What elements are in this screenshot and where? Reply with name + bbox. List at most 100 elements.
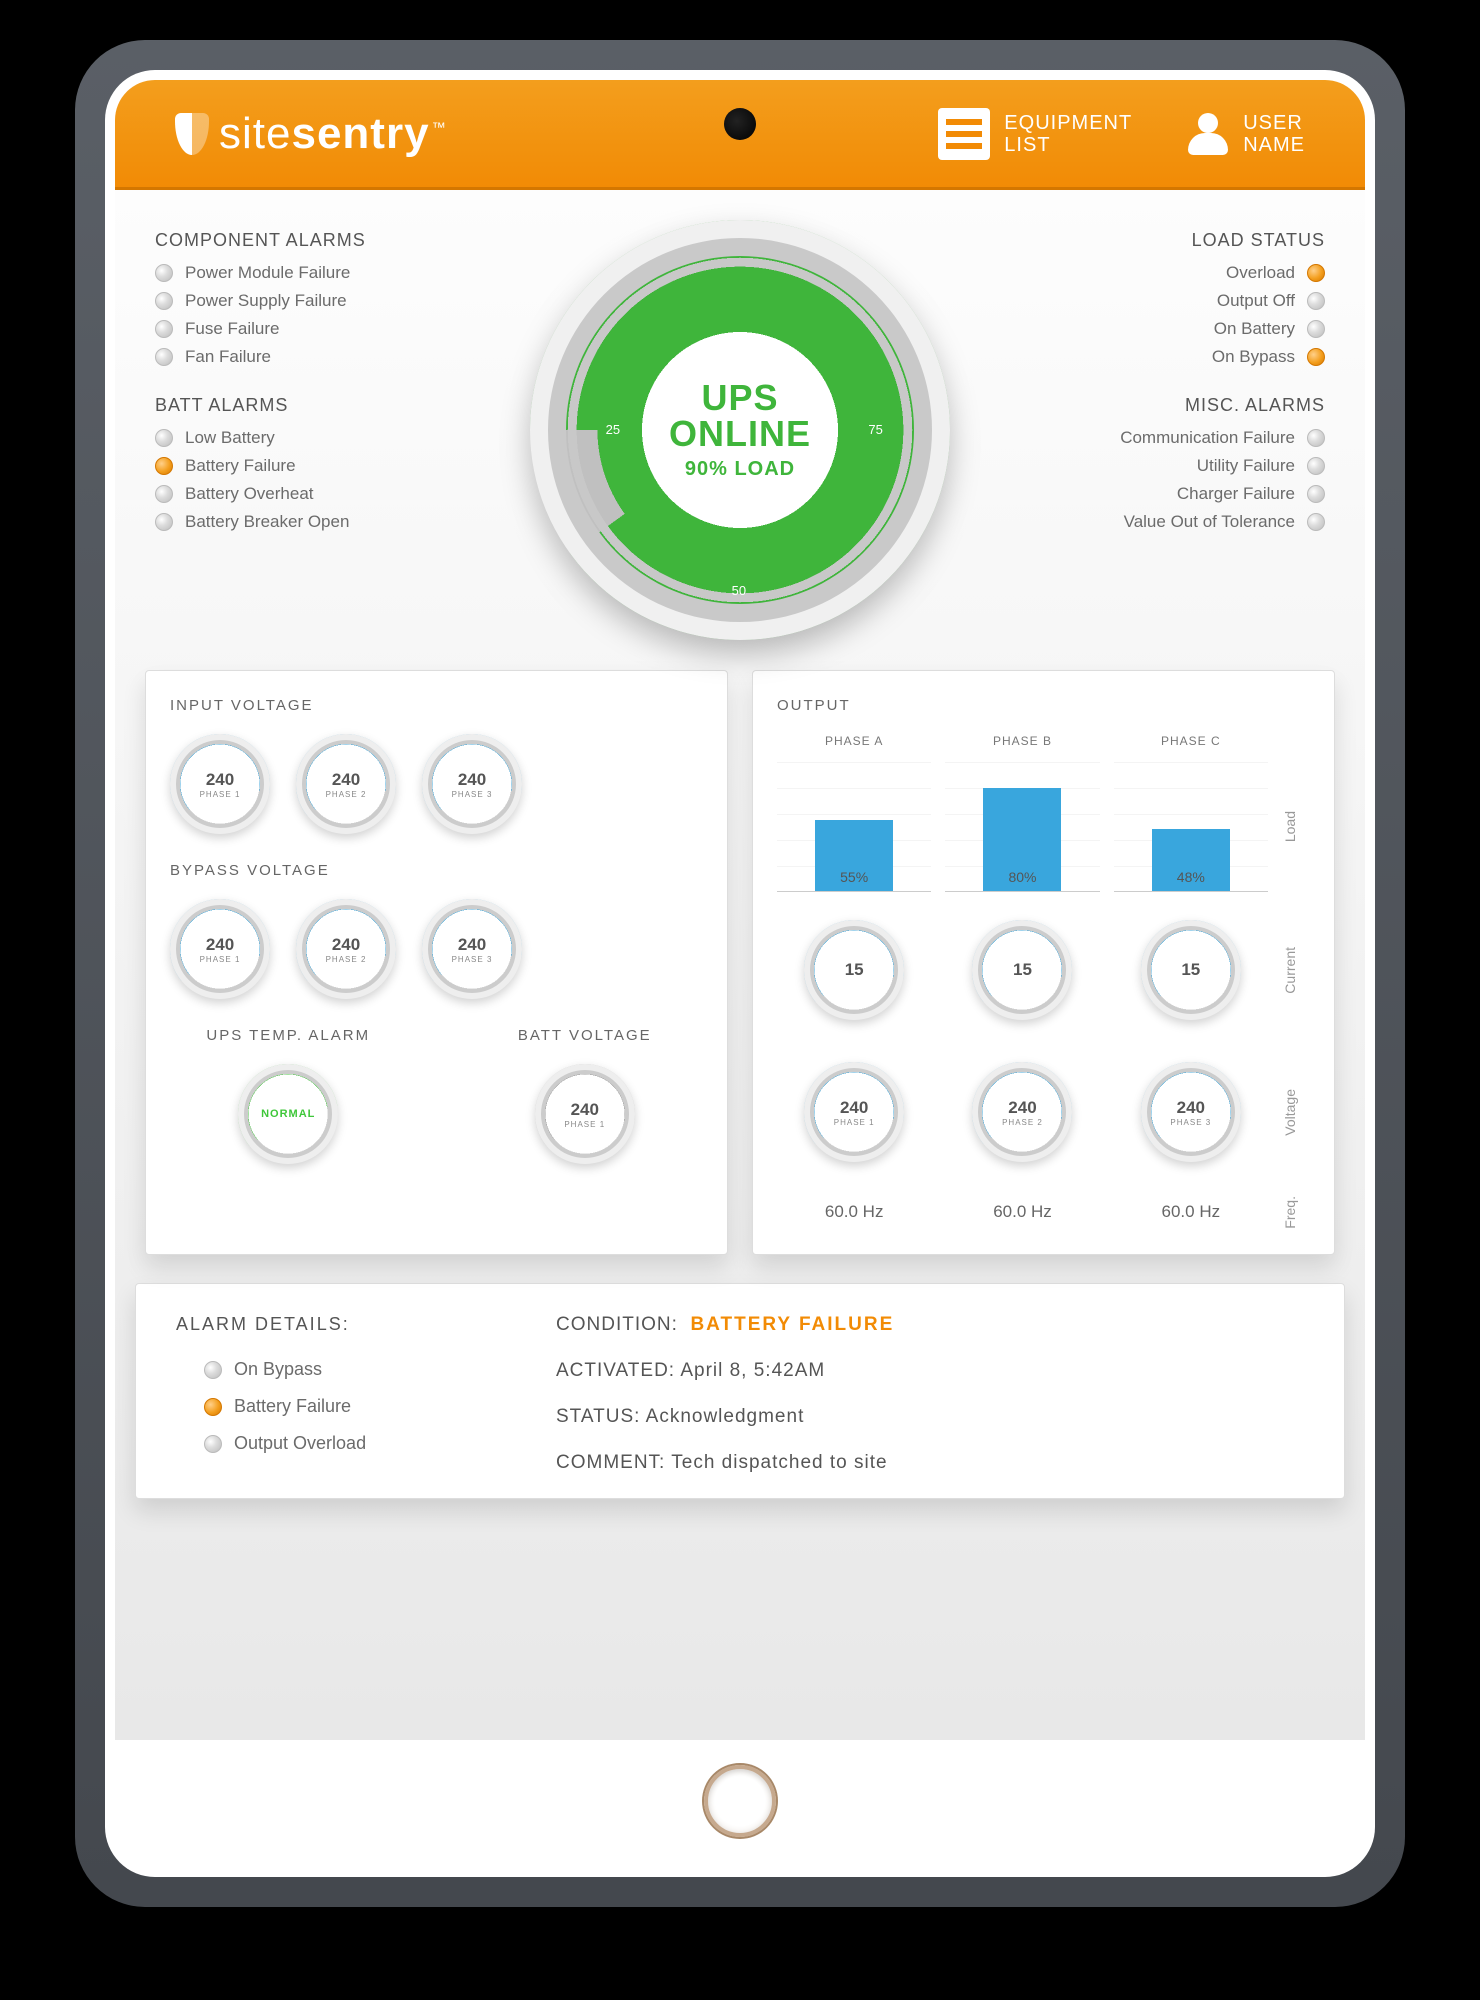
status-led-icon (1307, 292, 1325, 310)
phase-gauge[interactable]: 240PHASE 3 (422, 899, 522, 999)
ups-temp-gauge[interactable]: NORMAL (238, 1064, 338, 1164)
user-name-label: USER NAME (1243, 112, 1305, 156)
status-led-icon (155, 292, 173, 310)
alarm-item[interactable]: Power Module Failure (155, 263, 520, 283)
phase-gauge[interactable]: 15 (1141, 920, 1241, 1020)
alarm-label: Communication Failure (1120, 428, 1295, 448)
phase-gauge[interactable]: 240PHASE 2 (296, 734, 396, 834)
gauge-value: 15 (1181, 960, 1200, 980)
alarm-item[interactable]: Battery Overheat (155, 484, 520, 504)
user-menu-button[interactable]: USER NAME (1187, 112, 1305, 156)
alarm-item[interactable]: Output Off (960, 291, 1325, 311)
alarm-item[interactable]: Output Overload (204, 1433, 516, 1454)
alarm-item[interactable]: Battery Breaker Open (155, 512, 520, 532)
tablet-bezel: sitesentry™ EQUIPMENT LIST USER NAME COM… (105, 70, 1375, 1877)
status-led-icon (155, 429, 173, 447)
gauge-value: 240 (206, 770, 234, 790)
camera-icon (724, 108, 756, 140)
alarm-label: Low Battery (185, 428, 275, 448)
alarm-item[interactable]: Fan Failure (155, 347, 520, 367)
gauge-phase: PHASE 3 (452, 790, 493, 799)
logo-tm: ™ (432, 119, 447, 135)
input-voltage-title: INPUT VOLTAGE (170, 697, 703, 714)
alarm-item[interactable]: Fuse Failure (155, 319, 520, 339)
home-button[interactable] (704, 1765, 776, 1837)
alarm-label: Fuse Failure (185, 319, 279, 339)
equipment-list-label: EQUIPMENT LIST (1004, 112, 1132, 156)
batt-voltage-gauge[interactable]: 240PHASE 1 (535, 1064, 635, 1164)
component-alarms-title: COMPONENT ALARMS (155, 230, 520, 251)
gauge-phase: PHASE 1 (200, 955, 241, 964)
row-label-current: Current (1282, 947, 1310, 994)
logo-text-a: site (219, 109, 291, 158)
phase-gauge[interactable]: 240PHASE 3 (422, 734, 522, 834)
alarm-label: Output Off (1217, 291, 1295, 311)
alarm-item[interactable]: Charger Failure (960, 484, 1325, 504)
main-load-gauge[interactable]: 25 50 75 UPSONLINE 90% LOAD (530, 220, 950, 640)
row-label-load: Load (1282, 811, 1310, 842)
left-alarm-column: COMPONENT ALARMS Power Module Failure Pow… (155, 230, 520, 640)
right-alarm-column: LOAD STATUS Overload Output Off On Battery… (960, 230, 1325, 640)
load-bar[interactable]: 80% (945, 762, 1099, 892)
tablet-frame: sitesentry™ EQUIPMENT LIST USER NAME COM… (75, 40, 1405, 1907)
phase-gauge[interactable]: 15 (972, 920, 1072, 1020)
load-bar[interactable]: 55% (777, 762, 931, 892)
gauge-value: 240 (332, 935, 360, 955)
alarm-item[interactable]: Battery Failure (204, 1396, 516, 1417)
alarm-label: On Bypass (234, 1359, 322, 1380)
phase-gauge[interactable]: 240PHASE 1 (170, 899, 270, 999)
phase-gauge[interactable]: 15 (804, 920, 904, 1020)
phase-gauge[interactable]: 240PHASE 2 (972, 1062, 1072, 1162)
condition-val: BATTERY FAILURE (690, 1314, 894, 1335)
condition-key: CONDITION: (556, 1314, 678, 1335)
alarm-label: Battery Breaker Open (185, 512, 349, 532)
gauge-value: 240 (840, 1098, 868, 1118)
alarm-item[interactable]: On Bypass (204, 1359, 516, 1380)
status-val: Acknowledgment (646, 1406, 805, 1427)
alarm-label: On Bypass (1212, 347, 1295, 367)
alarm-item[interactable]: Communication Failure (960, 428, 1325, 448)
batt-voltage-value: 240 (571, 1100, 599, 1120)
alarm-item[interactable]: Low Battery (155, 428, 520, 448)
alarm-label: Utility Failure (1197, 456, 1295, 476)
gauge-title-2: ONLINE (669, 413, 811, 454)
logo-text-b: sentry (291, 109, 429, 158)
status-led-icon (155, 264, 173, 282)
status-led-icon (155, 485, 173, 503)
alarm-item[interactable]: Value Out of Tolerance (960, 512, 1325, 532)
gauge-tick-25: 25 (606, 422, 620, 437)
gauge-value: 240 (458, 935, 486, 955)
load-status-title: LOAD STATUS (960, 230, 1325, 251)
phase-gauge[interactable]: 240PHASE 1 (170, 734, 270, 834)
gauge-value: 240 (1008, 1098, 1036, 1118)
bypass-voltage-title: BYPASS VOLTAGE (170, 862, 703, 879)
alarm-item[interactable]: On Bypass (960, 347, 1325, 367)
status-led-icon (1307, 457, 1325, 475)
alarm-label: Battery Failure (234, 1396, 351, 1417)
alarm-item[interactable]: Utility Failure (960, 456, 1325, 476)
alarm-item[interactable]: On Battery (960, 319, 1325, 339)
alarm-label: Fan Failure (185, 347, 271, 367)
row-label-voltage: Voltage (1282, 1089, 1310, 1136)
gauge-phase: PHASE 2 (326, 790, 367, 799)
alarm-label: Value Out of Tolerance (1124, 512, 1295, 532)
gauge-tick-50: 50 (732, 583, 746, 598)
phase-gauge[interactable]: 240PHASE 2 (296, 899, 396, 999)
gauge-phase: PHASE 1 (834, 1118, 875, 1127)
alarm-details-title: ALARM DETAILS: (176, 1314, 516, 1335)
alarm-item[interactable]: Battery Failure (155, 456, 520, 476)
alarm-item[interactable]: Overload (960, 263, 1325, 283)
app-logo[interactable]: sitesentry™ (175, 109, 447, 159)
status-led-icon (155, 457, 173, 475)
status-led-icon (155, 320, 173, 338)
status-led-icon (1307, 485, 1325, 503)
phase-gauge[interactable]: 240PHASE 3 (1141, 1062, 1241, 1162)
equipment-list-button[interactable]: EQUIPMENT LIST (938, 108, 1132, 160)
row-label-freq: Freq. (1282, 1196, 1310, 1229)
alarm-item[interactable]: Power Supply Failure (155, 291, 520, 311)
status-led-icon (1307, 513, 1325, 531)
shield-icon (175, 113, 209, 155)
phase-header: PHASE A (777, 734, 931, 748)
phase-gauge[interactable]: 240PHASE 1 (804, 1062, 904, 1162)
load-bar[interactable]: 48% (1114, 762, 1268, 892)
